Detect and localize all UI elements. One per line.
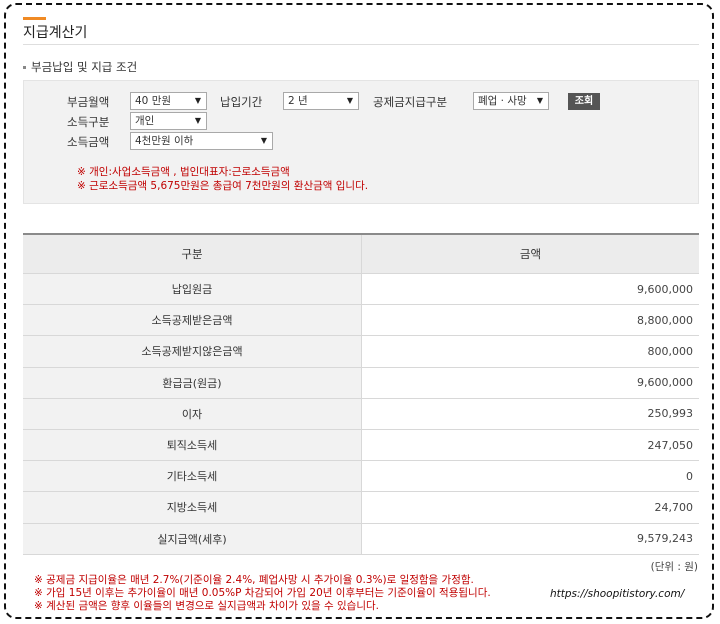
bullet-square-icon xyxy=(23,66,26,69)
title-accent-bar xyxy=(23,17,46,20)
row-value: 9,600,000 xyxy=(361,273,699,306)
dropdown-arrow-icon: ▼ xyxy=(260,136,267,145)
row-label: 소득공제받지않은금액 xyxy=(23,335,362,368)
monthly-select-value: 40 만원 xyxy=(135,95,172,107)
table-row: 이자 250,993 xyxy=(23,398,699,430)
income-note: ※ 개인:사업소득금액 , 법인대표자:근로소득금액 xyxy=(77,166,290,178)
section-title-text: 부금납입 및 지급 조건 xyxy=(31,60,138,74)
table-row: 실지급액(세후) 9,579,243 xyxy=(23,523,699,555)
dropdown-arrow-icon: ▼ xyxy=(536,96,543,105)
search-button[interactable]: 조회 xyxy=(568,93,600,110)
row-value: 247,050 xyxy=(361,429,699,462)
table-row: 퇴직소득세 247,050 xyxy=(23,429,699,462)
table-row: 납입원금 9,600,000 xyxy=(23,273,699,306)
row-value: 24,700 xyxy=(361,491,699,524)
table-row: 지방소득세 24,700 xyxy=(23,491,699,524)
period-select-value: 2 년 xyxy=(288,95,308,107)
row-value: 800,000 xyxy=(361,335,699,368)
row-label: 이자 xyxy=(23,398,362,430)
payout-type-select-value: 폐업 · 사망 xyxy=(478,95,527,107)
row-label: 환급금(원금) xyxy=(23,367,362,399)
row-value: 9,600,000 xyxy=(361,367,699,399)
title-divider xyxy=(23,44,699,45)
income-amount-label: 소득금액 xyxy=(67,135,110,149)
section-heading: 부금납입 및 지급 조건 xyxy=(23,59,137,75)
row-label: 실지급액(세후) xyxy=(23,523,362,555)
income-amount-select-value: 4천만원 이하 xyxy=(135,135,194,147)
dropdown-arrow-icon: ▼ xyxy=(194,116,201,125)
period-label: 납입기간 xyxy=(220,95,263,109)
watermark-url: https://shoopitistory.com/ xyxy=(550,588,685,600)
dropdown-arrow-icon: ▼ xyxy=(194,96,201,105)
row-label: 퇴직소득세 xyxy=(23,429,362,462)
income-type-select[interactable]: 개인 ▼ xyxy=(130,112,207,130)
row-value: 250,993 xyxy=(361,398,699,430)
column-header-category: 구분 xyxy=(23,234,362,274)
row-label: 지방소득세 xyxy=(23,491,362,524)
table-header-row: 구분 금액 xyxy=(23,234,699,274)
row-value: 0 xyxy=(361,460,699,493)
unit-label: (단위 : 원) xyxy=(650,561,698,573)
income-amount-select[interactable]: 4천만원 이하 ▼ xyxy=(130,132,273,150)
table-row: 소득공제받은금액 8,800,000 xyxy=(23,304,699,337)
row-label: 납입원금 xyxy=(23,273,362,306)
result-table: 구분 금액 납입원금 9,600,000 소득공제받은금액 8,800,000 소득… xyxy=(23,233,699,555)
table-row: 소득공제받지않은금액 800,000 xyxy=(23,335,699,368)
table-row: 환급금(원금) 9,600,000 xyxy=(23,367,699,399)
payout-type-label: 공제금지급구분 xyxy=(373,95,448,109)
table-row: 기타소득세 0 xyxy=(23,460,699,493)
income-type-label: 소득구분 xyxy=(67,115,110,129)
row-value: 8,800,000 xyxy=(361,304,699,337)
monthly-select[interactable]: 40 만원 ▼ xyxy=(130,92,207,110)
page-title: 지급계산기 xyxy=(23,25,88,41)
period-select[interactable]: 2 년 ▼ xyxy=(283,92,359,110)
row-label: 소득공제받은금액 xyxy=(23,304,362,337)
dropdown-arrow-icon: ▼ xyxy=(346,96,353,105)
column-header-amount: 금액 xyxy=(361,234,699,274)
salary-conversion-note: ※ 근로소득금액 5,675만원은 총급여 7천만원의 환산금액 입니다. xyxy=(77,180,369,192)
monthly-label: 부금월액 xyxy=(67,95,110,109)
payout-type-select[interactable]: 폐업 · 사망 ▼ xyxy=(473,92,549,110)
row-label: 기타소득세 xyxy=(23,460,362,493)
row-value: 9,579,243 xyxy=(361,523,699,555)
footnote-disclaimer: ※ 계산된 금액은 향후 이율들의 변경으로 실지급액과 차이가 있을 수 있습… xyxy=(34,600,379,612)
income-type-select-value: 개인 xyxy=(135,115,155,127)
